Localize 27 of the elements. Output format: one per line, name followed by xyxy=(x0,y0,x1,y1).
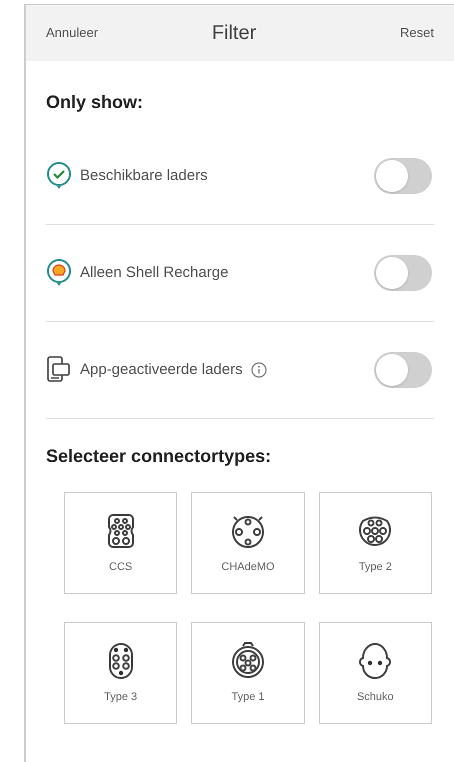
connector-tile[interactable]: Type 1 xyxy=(191,622,305,724)
connector-label: Schuko xyxy=(356,690,394,705)
connector-label: CHAdeMO xyxy=(221,560,275,575)
shell-pin-icon xyxy=(46,258,72,288)
toggle-switch[interactable] xyxy=(374,255,432,291)
cancel-button[interactable]: Annuleer xyxy=(46,23,98,43)
info-icon[interactable] xyxy=(250,362,267,378)
connector-label: Type 3 xyxy=(104,690,138,705)
connector-tile[interactable]: CHAdeMO xyxy=(191,492,305,594)
option-label: Beschikbare laders xyxy=(80,166,208,186)
connector-tile[interactable]: Schuko xyxy=(318,622,432,724)
connector-label: Type 2 xyxy=(358,560,392,575)
toggle-switch[interactable] xyxy=(374,158,432,194)
section-heading: Selecteer connectortypes: xyxy=(46,445,272,468)
reset-button[interactable]: Reset xyxy=(400,23,434,43)
option-label: App-geactiveerde laders xyxy=(80,360,243,380)
connector-tile[interactable]: Type 2 xyxy=(318,492,432,594)
window-title: Filter xyxy=(212,21,256,46)
option-label: Alleen Shell Recharge xyxy=(80,262,228,283)
connector-label: Type 1 xyxy=(231,690,264,705)
phone-screen-icon xyxy=(46,355,72,385)
section-heading: Only show: xyxy=(46,91,144,114)
connector-tile[interactable]: CCS xyxy=(64,492,178,594)
connector-label: CCS xyxy=(109,560,132,575)
connector-tile[interactable]: Type 3 xyxy=(64,622,178,724)
check-pin-icon xyxy=(46,161,72,191)
toggle-switch[interactable] xyxy=(374,352,432,388)
